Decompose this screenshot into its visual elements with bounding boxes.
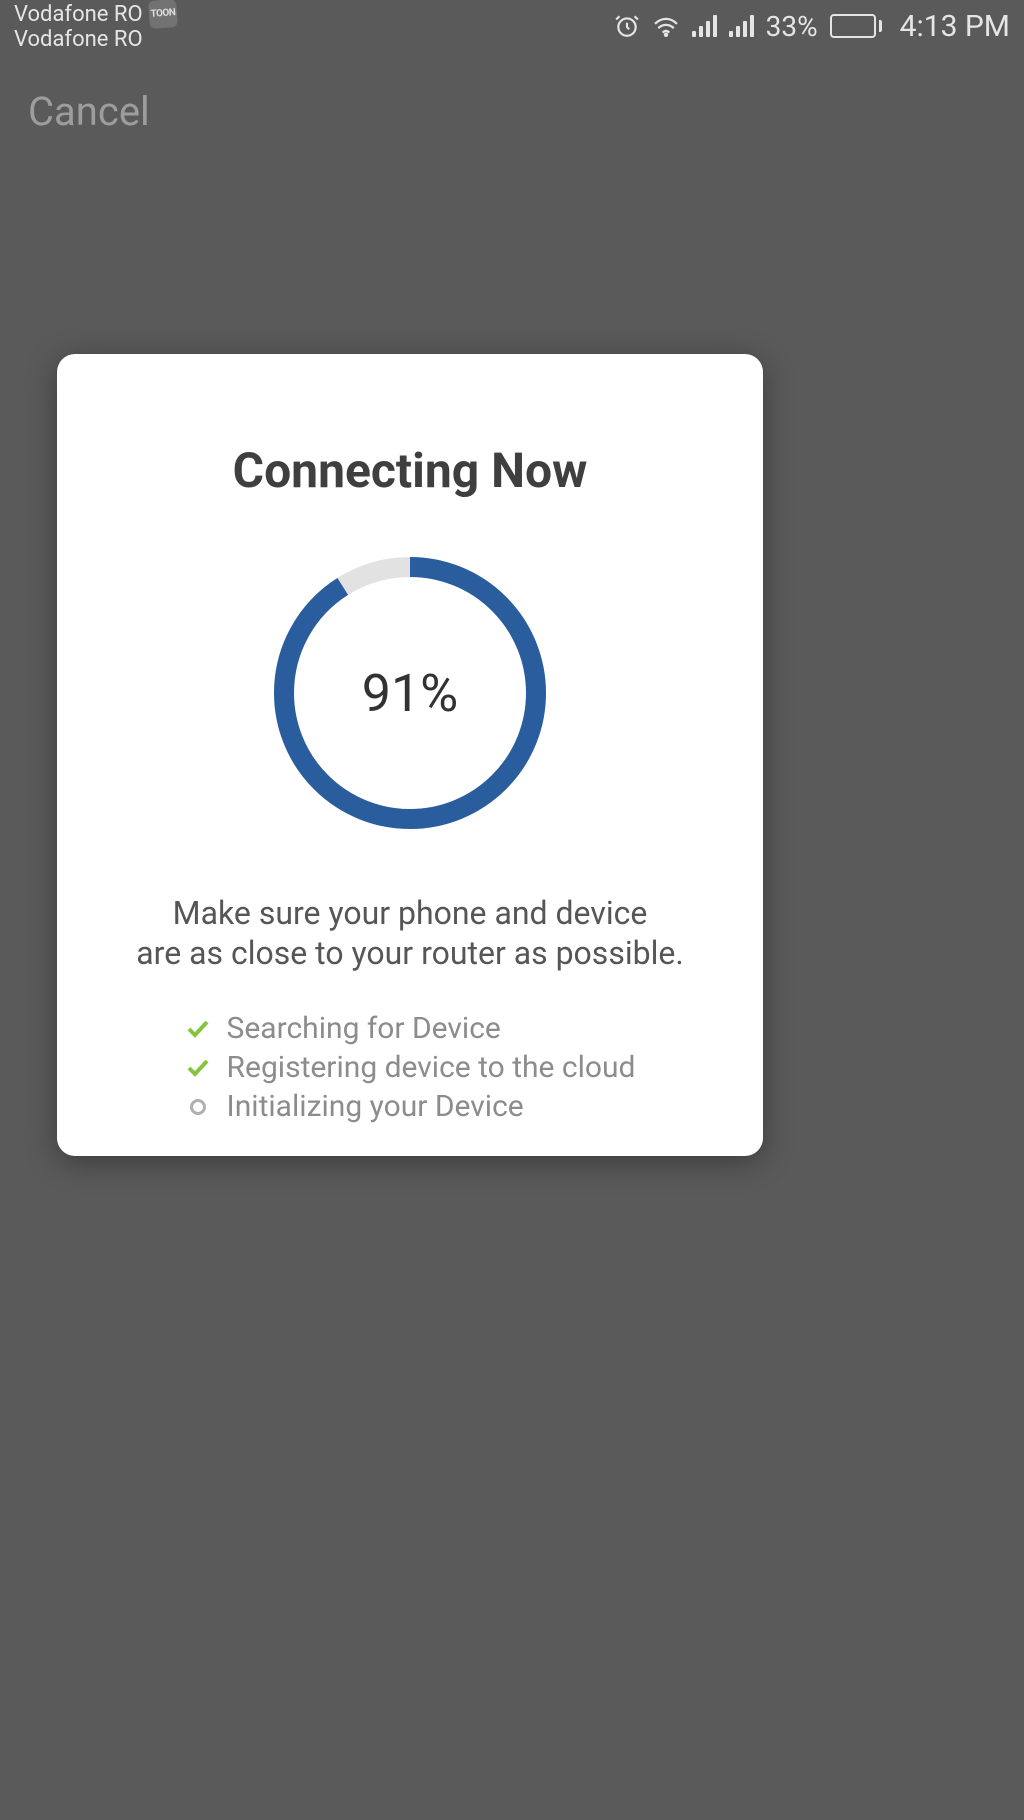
cancel-button[interactable]: Cancel xyxy=(28,88,150,135)
carrier-1-label: Vodafone RO xyxy=(14,3,143,26)
clock: 4:13 PM xyxy=(900,9,1010,44)
alarm-icon xyxy=(614,13,640,39)
step-row: Initializing your Device xyxy=(185,1089,636,1124)
background-header: Cancel xyxy=(0,70,178,153)
check-icon xyxy=(185,1020,211,1038)
status-bar: Vodafone RO TOON Vodafone RO 33% 4:13 PM xyxy=(0,0,1024,52)
status-right: 33% 4:13 PM xyxy=(614,9,1010,44)
progress-percent-label: 91% xyxy=(274,557,546,829)
battery-percent: 33% xyxy=(766,10,818,43)
step-label: Registering device to the cloud xyxy=(227,1050,636,1085)
hint-text: Make sure your phone and device are as c… xyxy=(136,893,684,973)
step-row: Registering device to the cloud xyxy=(185,1050,636,1085)
wifi-icon xyxy=(652,15,680,37)
battery-icon xyxy=(830,14,882,38)
hint-line-1: Make sure your phone and device xyxy=(136,893,684,933)
signal-2-icon xyxy=(729,15,754,37)
status-carriers: Vodafone RO TOON Vodafone RO xyxy=(14,0,177,51)
step-label: Initializing your Device xyxy=(227,1089,524,1124)
step-row: Searching for Device xyxy=(185,1011,636,1046)
signal-1-icon xyxy=(692,15,717,37)
step-label: Searching for Device xyxy=(227,1011,501,1046)
pending-icon xyxy=(185,1099,211,1115)
hint-line-2: are as close to your router as possible. xyxy=(136,933,684,973)
progress-ring: 91% xyxy=(274,557,546,829)
connecting-modal: Connecting Now 91% Make sure your phone … xyxy=(57,354,763,1156)
check-icon xyxy=(185,1059,211,1077)
toon-blast-icon: TOON xyxy=(148,0,178,29)
steps-list: Searching for Device Registering device … xyxy=(185,1011,636,1124)
modal-title: Connecting Now xyxy=(233,442,588,499)
carrier-2-label: Vodafone RO xyxy=(14,28,177,51)
